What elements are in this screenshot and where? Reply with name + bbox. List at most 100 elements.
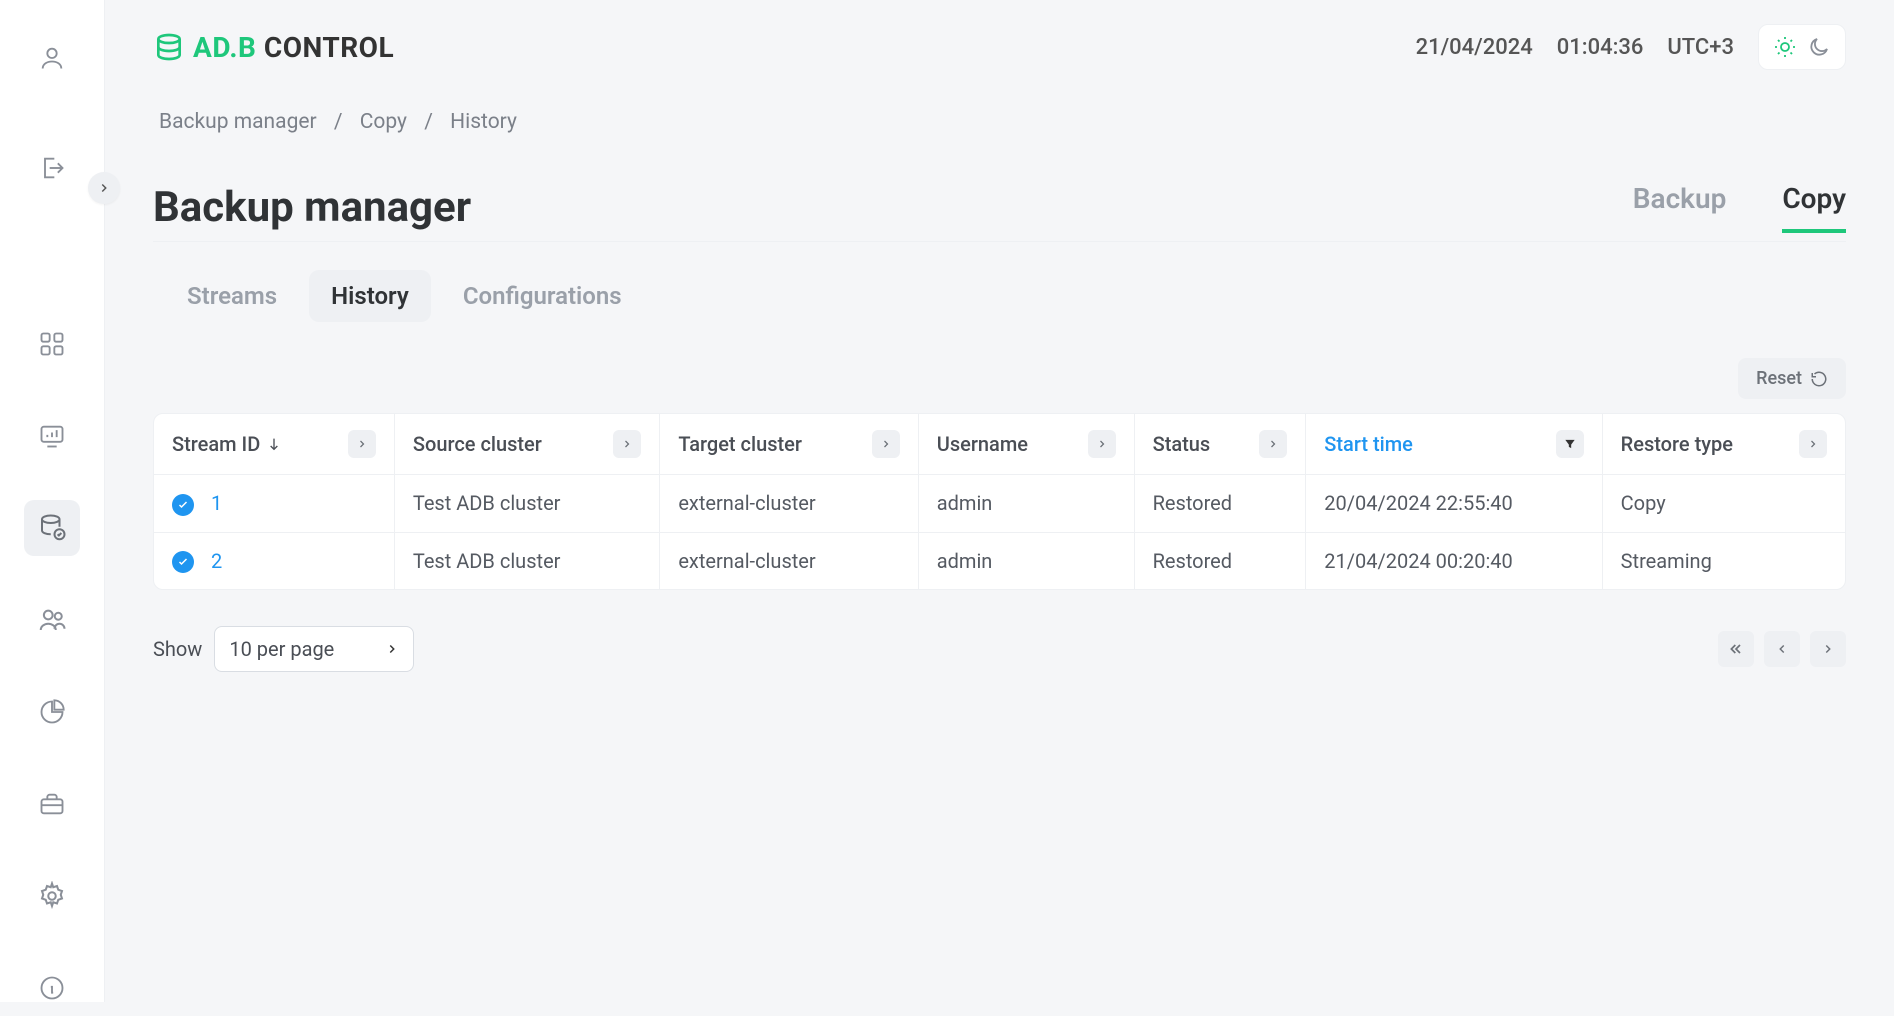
- sidebar-info[interactable]: [24, 960, 80, 1016]
- show-label: Show: [153, 637, 202, 661]
- per-page-select[interactable]: 10 per page: [214, 626, 414, 672]
- logout-icon: [38, 154, 66, 182]
- history-table: Stream ID Source cluster: [153, 413, 1846, 590]
- sidebar-jobs[interactable]: [24, 776, 80, 832]
- pager-prev[interactable]: [1764, 631, 1800, 667]
- page-title: Backup manager: [153, 183, 471, 232]
- database-check-icon: [37, 513, 67, 543]
- sub-tabs: Streams History Configurations: [153, 270, 1846, 322]
- check-icon: [177, 499, 189, 511]
- chevron-right-icon: [621, 438, 633, 450]
- sidebar-settings[interactable]: [24, 868, 80, 924]
- col-start-time-filter[interactable]: [1556, 430, 1584, 458]
- cell-start: 20/04/2024 22:55:40: [1306, 475, 1602, 533]
- refresh-icon: [1810, 370, 1828, 388]
- col-stream-id-expand[interactable]: [348, 430, 376, 458]
- gear-icon: [37, 881, 67, 911]
- pager-next[interactable]: [1810, 631, 1846, 667]
- subtab-configurations[interactable]: Configurations: [441, 270, 644, 322]
- col-restore-expand[interactable]: [1799, 430, 1827, 458]
- check-icon: [177, 556, 189, 568]
- main-content: AD.B CONTROL 21/04/2024 01:04:36 UTC+3 B…: [105, 0, 1894, 1002]
- table-row: 1 Test ADB cluster external-cluster admi…: [154, 475, 1845, 533]
- top-tabs: Backup Copy: [1633, 182, 1846, 233]
- chevron-right-icon: [97, 181, 111, 195]
- col-stream-id[interactable]: Stream ID: [154, 414, 395, 475]
- header: AD.B CONTROL 21/04/2024 01:04:36 UTC+3: [153, 24, 1846, 70]
- header-tz: UTC+3: [1667, 35, 1734, 60]
- monitor-chart-icon: [38, 422, 66, 450]
- tab-copy[interactable]: Copy: [1782, 182, 1846, 233]
- tab-backup[interactable]: Backup: [1633, 182, 1727, 233]
- chevron-right-icon: [385, 642, 399, 656]
- col-target-cluster[interactable]: Target cluster: [660, 414, 918, 475]
- breadcrumb: Backup manager / Copy / History: [153, 110, 1846, 134]
- status-dot: [172, 494, 194, 516]
- chevron-right-icon: [356, 438, 368, 450]
- sidebar-dashboard[interactable]: [24, 316, 80, 372]
- sidebar-backup-manager[interactable]: [24, 500, 80, 556]
- chevron-right-icon: [880, 438, 892, 450]
- header-date: 21/04/2024: [1416, 35, 1533, 60]
- col-source-expand[interactable]: [613, 430, 641, 458]
- user-icon: [38, 44, 66, 72]
- moon-icon: [1807, 35, 1831, 59]
- cell-start: 21/04/2024 00:20:40: [1306, 533, 1602, 590]
- chevron-right-icon: [1821, 642, 1835, 656]
- cell-type: Copy: [1603, 475, 1845, 533]
- cell-target: external-cluster: [660, 533, 918, 590]
- users-icon: [37, 605, 67, 635]
- table-row: 2 Test ADB cluster external-cluster admi…: [154, 533, 1845, 590]
- cell-user: admin: [919, 533, 1135, 590]
- cell-user: admin: [919, 475, 1135, 533]
- cell-target: external-cluster: [660, 475, 918, 533]
- logo-text: AD.B CONTROL: [193, 31, 394, 64]
- chevron-double-left-icon: [1728, 641, 1744, 657]
- cell-status: Restored: [1135, 475, 1307, 533]
- status-dot: [172, 551, 194, 573]
- chevron-left-icon: [1775, 642, 1789, 656]
- stream-link[interactable]: 2: [211, 549, 222, 573]
- reset-button[interactable]: Reset: [1738, 358, 1846, 399]
- cell-source: Test ADB cluster: [395, 533, 660, 590]
- col-target-expand[interactable]: [872, 430, 900, 458]
- reset-label: Reset: [1756, 368, 1802, 389]
- breadcrumb-c[interactable]: History: [450, 110, 517, 134]
- stream-link[interactable]: 1: [211, 491, 222, 515]
- sun-icon: [1773, 35, 1797, 59]
- logo-icon: [153, 31, 185, 63]
- breadcrumb-a[interactable]: Backup manager: [159, 110, 317, 134]
- arrow-down-icon: [266, 436, 282, 452]
- subtab-streams[interactable]: Streams: [165, 270, 299, 322]
- chevron-right-icon: [1096, 438, 1108, 450]
- sidebar-toggle[interactable]: [88, 172, 120, 204]
- cell-source: Test ADB cluster: [395, 475, 660, 533]
- col-restore-type[interactable]: Restore type: [1603, 414, 1845, 475]
- chevron-right-icon: [1807, 438, 1819, 450]
- sidebar-monitor[interactable]: [24, 408, 80, 464]
- theme-switcher[interactable]: [1758, 24, 1846, 70]
- col-start-time[interactable]: Start time: [1306, 414, 1602, 475]
- chevron-right-icon: [1267, 438, 1279, 450]
- col-status[interactable]: Status: [1135, 414, 1307, 475]
- logo: AD.B CONTROL: [153, 31, 394, 64]
- breadcrumb-b[interactable]: Copy: [360, 110, 407, 134]
- sidebar-logout[interactable]: [24, 140, 80, 196]
- col-source-cluster[interactable]: Source cluster: [395, 414, 660, 475]
- header-time: 01:04:36: [1557, 35, 1644, 60]
- subtab-history[interactable]: History: [309, 270, 431, 322]
- info-icon: [38, 974, 66, 1002]
- cell-type: Streaming: [1603, 533, 1845, 590]
- filter-icon: [1563, 437, 1577, 451]
- col-username-expand[interactable]: [1088, 430, 1116, 458]
- grid-icon: [38, 330, 66, 358]
- col-username[interactable]: Username: [919, 414, 1135, 475]
- sidebar-users[interactable]: [24, 592, 80, 648]
- sidebar: [0, 0, 105, 1002]
- sidebar-user[interactable]: [24, 30, 80, 86]
- briefcase-icon: [38, 790, 66, 818]
- col-status-expand[interactable]: [1259, 430, 1287, 458]
- pager-first[interactable]: [1718, 631, 1754, 667]
- pie-chart-icon: [38, 698, 66, 726]
- sidebar-reports[interactable]: [24, 684, 80, 740]
